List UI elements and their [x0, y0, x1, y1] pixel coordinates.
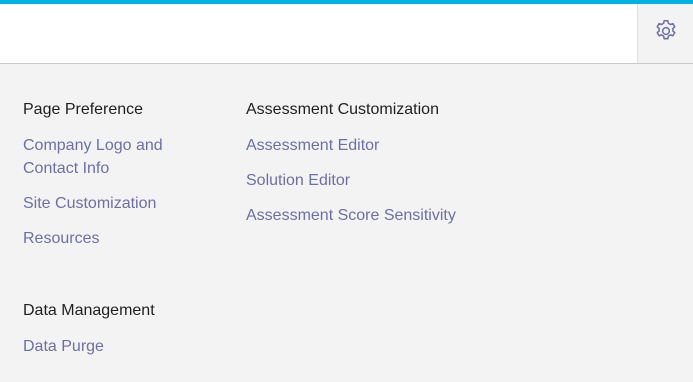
assessment-editor-link[interactable]: Assessment Editor [246, 134, 456, 157]
data-management-section: Data Management Data Purge [23, 300, 203, 370]
page-preference-section: Page Preference Company Logo and Contact… [23, 99, 203, 262]
resources-link[interactable]: Resources [23, 227, 203, 250]
settings-menu-panel: Page Preference Company Logo and Contact… [0, 64, 693, 382]
data-management-heading: Data Management [23, 302, 155, 319]
page-preference-heading: Page Preference [23, 101, 144, 118]
data-purge-link[interactable]: Data Purge [23, 335, 203, 358]
company-logo-contact-info-link[interactable]: Company Logo and Contact Info [23, 134, 203, 180]
gear-icon [653, 18, 679, 49]
site-customization-link[interactable]: Site Customization [23, 192, 203, 215]
solution-editor-link[interactable]: Solution Editor [246, 169, 456, 192]
assessment-customization-section: Assessment Customization Assessment Edit… [246, 99, 456, 239]
assessment-customization-heading: Assessment Customization [246, 101, 439, 118]
settings-button[interactable] [637, 4, 693, 63]
top-header-bar [0, 4, 693, 64]
assessment-score-sensitivity-link[interactable]: Assessment Score Sensitivity [246, 204, 456, 227]
